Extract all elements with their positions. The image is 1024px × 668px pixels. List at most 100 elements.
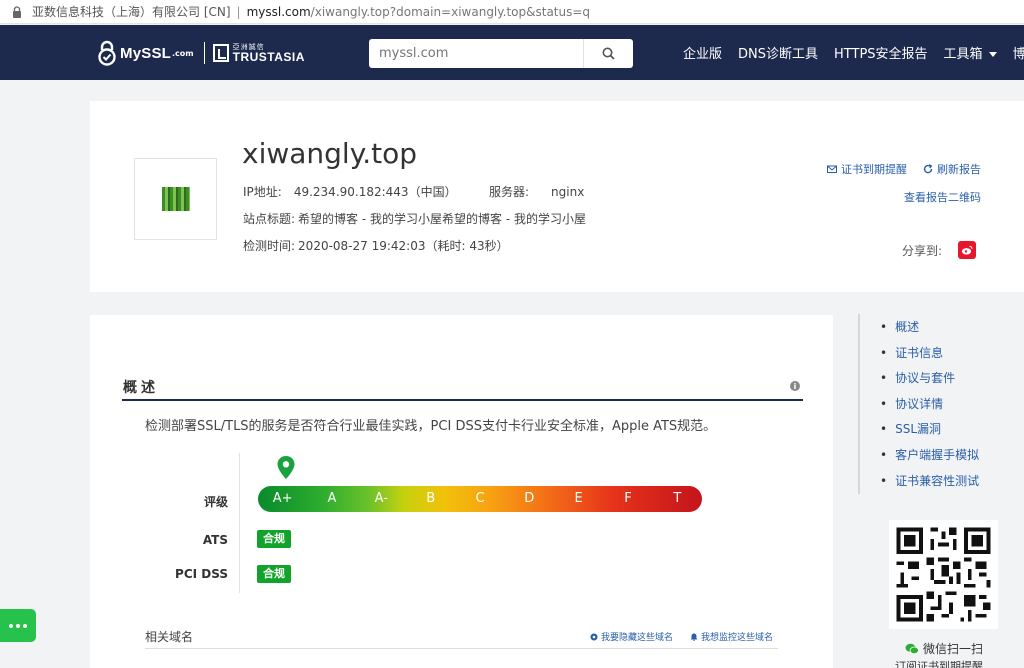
side-nav-cert-info[interactable]: 证书信息 [880, 344, 979, 370]
chevron-down-icon [988, 52, 997, 57]
menu-blog[interactable]: 博客 [1013, 43, 1024, 62]
related-domains-title: 相关域名 [145, 630, 194, 644]
ip-label: IP地址: [243, 185, 282, 199]
search-icon [602, 47, 615, 60]
server-label: 服务器: [489, 185, 530, 199]
grade-t: T [673, 491, 682, 506]
address-separator: | [236, 4, 241, 19]
overview-card: 概述 i 检测部署SSL/TLS的服务是否符合行业最佳实践，PCI DSS支付卡… [90, 315, 833, 668]
trustasia-mark-icon [212, 44, 229, 62]
wechat-scan-label: 微信扫一扫 [923, 642, 984, 656]
logo-myssl-text: MySSL [120, 44, 172, 62]
menu-enterprise[interactable]: 企业版 [683, 43, 722, 62]
site-thumbnail [134, 158, 217, 240]
side-nav-handshake-sim[interactable]: 客户端握手模拟 [880, 446, 979, 472]
side-nav-overview[interactable]: 概述 [880, 318, 979, 344]
share-row: 分享到: [902, 241, 976, 259]
menu-toolbox[interactable]: 工具箱 [944, 43, 997, 62]
chat-dot-icon [16, 623, 20, 628]
time-label: 检测时间: [243, 239, 296, 253]
ats-label: ATS [202, 533, 228, 547]
wechat-qr-code [889, 520, 998, 629]
vertical-divider [239, 453, 240, 593]
monitor-domains-label: 我想监控这些域名 [701, 633, 774, 643]
grade-a: A [327, 491, 337, 506]
refresh-report-label: 刷新报告 [937, 163, 981, 176]
side-nav: 概述 证书信息 协议与套件 协议详情 SSL漏洞 客户端握手模拟 证书兼容性测试 [880, 318, 979, 497]
site-title-label: 站点标题: [243, 212, 296, 226]
chat-dot-icon [9, 623, 13, 628]
side-nav-rail [858, 314, 860, 494]
refresh-report-link[interactable]: 刷新报告 [923, 161, 981, 177]
site-owner: 亚数信息科技（上海）有限公司 [CN] [32, 5, 231, 19]
grade-scale: A+ A A- B C D E F T [258, 486, 702, 512]
main-menu: 企业版 DNS诊断工具 HTTPS安全报告 工具箱 博客 [683, 25, 1024, 80]
trustasia-logo: 亞洲誠信 TRUSTASIA [212, 43, 305, 64]
grade-b: B [426, 491, 436, 506]
overview-title: 概述 [123, 380, 159, 396]
mail-icon [827, 165, 837, 173]
grade-label: 评级 [203, 495, 228, 509]
search-input[interactable] [369, 39, 583, 68]
logo-com-text: .com [172, 48, 194, 58]
wechat-scan-row: 微信扫一扫 [905, 640, 983, 657]
search-box [369, 39, 633, 68]
report-actions: 证书到期提醒 刷新报告 [811, 161, 981, 177]
cert-reminder-link[interactable]: 证书到期提醒 [827, 161, 907, 177]
eye-icon [590, 633, 598, 640]
section-divider [122, 399, 803, 401]
report-qr-link[interactable]: 查看报告二维码 [904, 189, 981, 205]
menu-dns-tool[interactable]: DNS诊断工具 [738, 43, 818, 62]
side-nav-ssl-vulns[interactable]: SSL漏洞 [880, 420, 979, 446]
hide-domains-label: 我要隐藏这些域名 [601, 633, 674, 643]
wechat-subscribe-label: 订阅证书到期提醒 [895, 660, 983, 668]
grade-marker-pin-icon [277, 456, 295, 479]
menu-https-report[interactable]: HTTPS安全报告 [834, 43, 928, 62]
related-divider [145, 648, 778, 649]
bell-icon [690, 633, 698, 641]
server-row: 服务器: nginx [489, 183, 584, 200]
site-title-row: 站点标题: 希望的博客 - 我的学习小屋希望的博客 - 我的学习小屋 [243, 210, 586, 227]
logo-divider [203, 42, 205, 64]
pci-label: PCI DSS [175, 567, 228, 581]
myssl-logo[interactable]: MySSL .com 亞洲誠信 TRUSTASIA [97, 39, 305, 67]
side-nav-protocol-details[interactable]: 协议详情 [880, 395, 979, 421]
info-icon[interactable]: i [790, 381, 800, 391]
chat-dot-icon [23, 623, 27, 628]
address-bar[interactable]: 亚数信息科技（上海）有限公司 [CN] | myssl.com/xiwangly… [0, 0, 1024, 24]
pci-status-badge: 合规 [257, 565, 291, 583]
trustasia-en: TRUSTASIA [232, 49, 305, 64]
weibo-icon [961, 245, 973, 255]
url-path: /xiwangly.top?domain=xiwangly.top&status… [310, 4, 591, 19]
time-value: 2020-08-27 19:42:03（耗时: 43秒） [298, 239, 509, 253]
menu-toolbox-label: 工具箱 [943, 47, 983, 62]
cert-reminder-label: 证书到期提醒 [841, 163, 907, 176]
url-domain: myssl.com [246, 4, 311, 19]
grade-a-minus: A- [374, 491, 388, 506]
monitor-domains-link[interactable]: 我想监控这些域名 [690, 630, 773, 643]
refresh-icon [923, 164, 933, 174]
grade-d: D [524, 491, 535, 506]
time-row: 检测时间: 2020-08-27 19:42:03（耗时: 43秒） [243, 237, 509, 254]
grade-c: C [475, 491, 485, 506]
weibo-share-icon[interactable] [958, 241, 976, 259]
wechat-icon [905, 643, 919, 654]
grade-f: F [624, 491, 632, 506]
top-navbar: MySSL .com 亞洲誠信 TRUSTASIA 企业版 DNS诊断工具 HT… [0, 25, 1024, 80]
grade-e: E [574, 491, 583, 506]
server-value: nginx [551, 185, 585, 199]
lock-icon [13, 5, 21, 18]
chat-widget-button[interactable] [0, 609, 36, 642]
summary-card: xiwangly.top IP地址: 49.234.90.182:443（中国） … [90, 101, 1024, 292]
search-button[interactable] [583, 39, 633, 68]
hide-domains-link[interactable]: 我要隐藏这些域名 [590, 630, 673, 643]
grade-a-plus: A+ [272, 491, 293, 506]
ats-status-badge: 合规 [257, 530, 291, 548]
ip-row: IP地址: 49.234.90.182:443（中国） [243, 183, 457, 200]
page-title: xiwangly.top [242, 137, 418, 170]
site-title-value: 希望的博客 - 我的学习小屋希望的博客 - 我的学习小屋 [298, 212, 586, 226]
overview-description: 检测部署SSL/TLS的服务是否符合行业最佳实践，PCI DSS支付卡行业安全标… [145, 419, 717, 434]
lock-logo-icon [98, 40, 116, 66]
side-nav-cert-compat[interactable]: 证书兼容性测试 [880, 472, 979, 498]
side-nav-protocols[interactable]: 协议与套件 [880, 369, 979, 395]
